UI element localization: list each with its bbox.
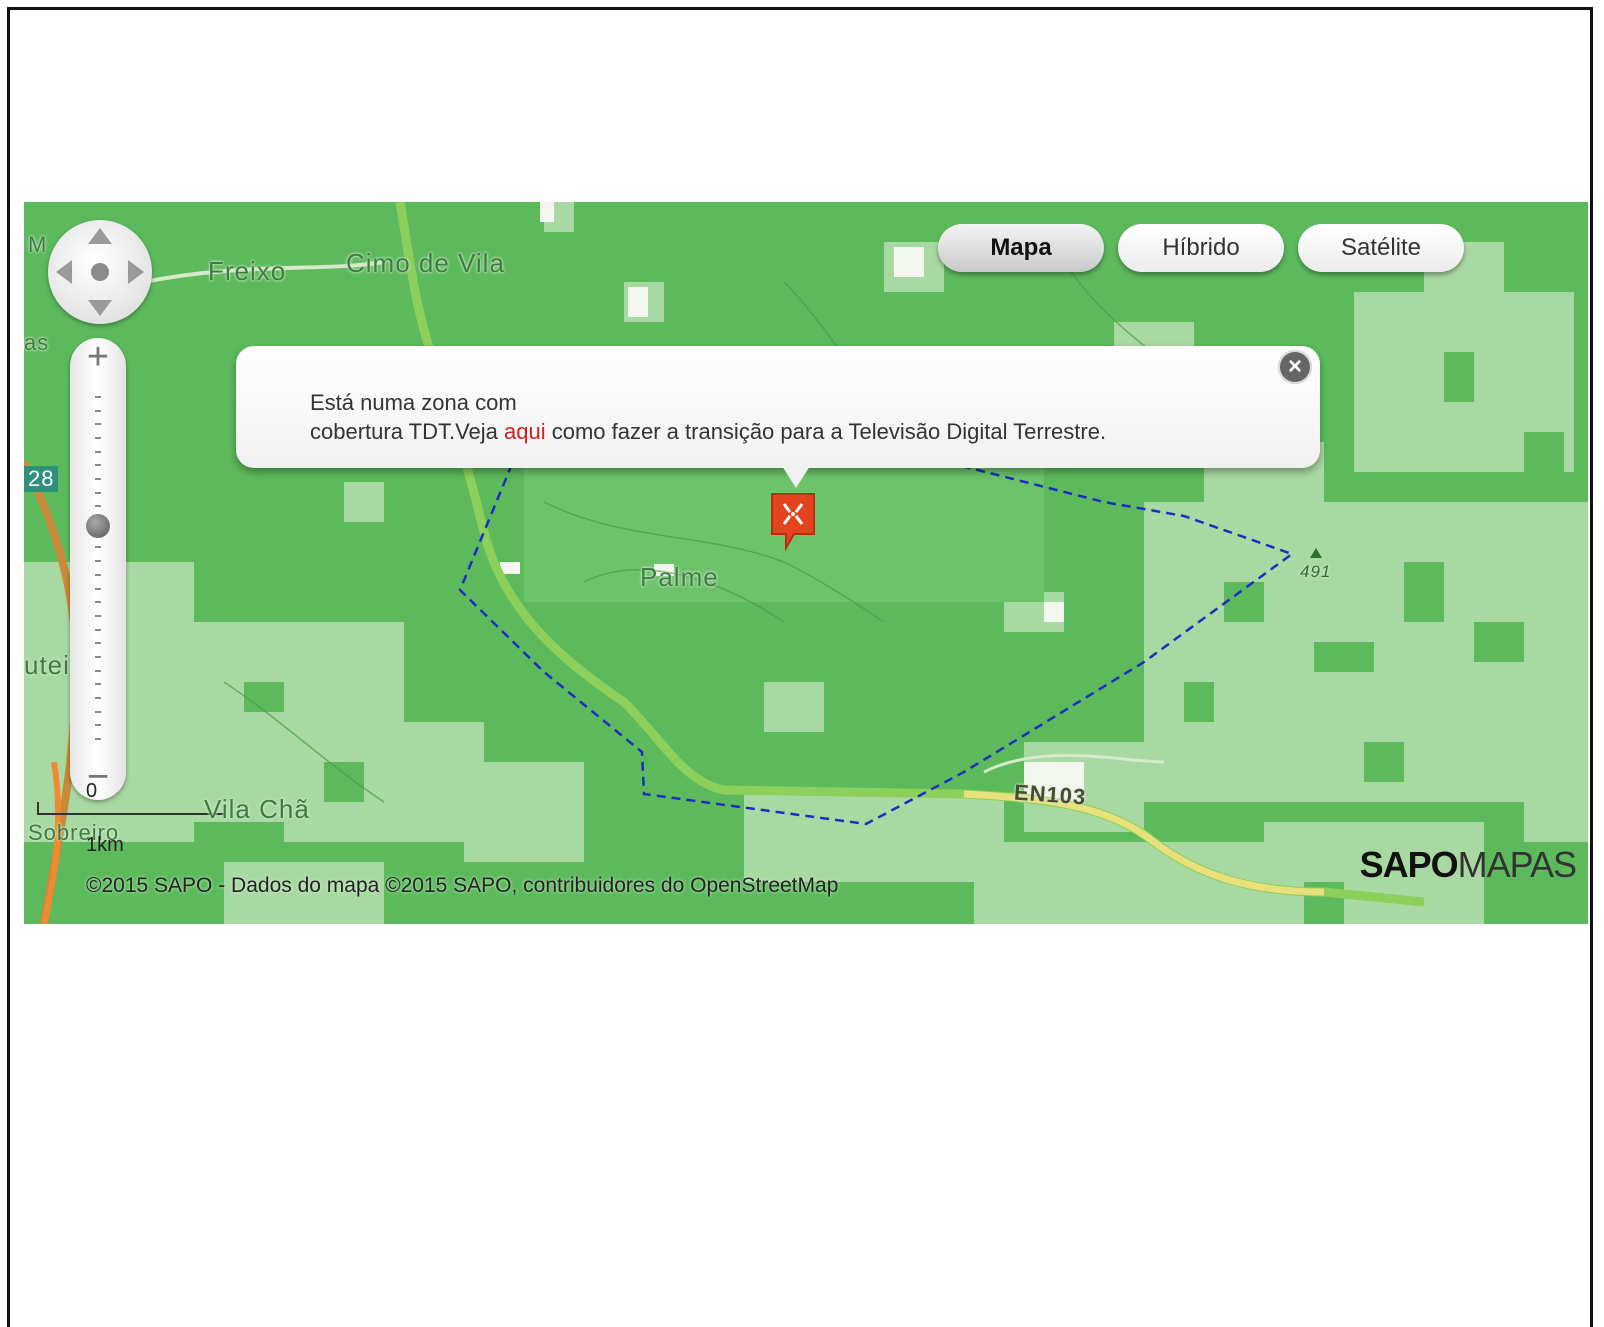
map-label-vila-cha: Vila Chã — [204, 794, 310, 824]
map-attribution: ©2015 SAPO - Dados do mapa ©2015 SAPO, c… — [86, 874, 839, 897]
zoom-tick — [95, 724, 101, 727]
zoom-tick — [95, 614, 101, 617]
map-label-cimo-de-vila: Cimo de Vila — [346, 248, 505, 278]
zoom-tick — [95, 437, 101, 440]
scale-zero-label: 0 — [86, 780, 98, 802]
zoom-tick — [95, 573, 101, 576]
zoom-tick — [95, 491, 101, 494]
zoom-tick — [95, 683, 101, 686]
popup-message: Está numa zona com cobertura TDT.Veja aq… — [310, 388, 1106, 446]
zoom-tick — [95, 710, 101, 713]
sapo-mapas-logo: SAPOMAPAS — [1359, 844, 1577, 885]
info-popup: Está numa zona com cobertura TDT.Veja aq… — [236, 346, 1320, 488]
zoom-tick — [95, 546, 101, 549]
map-label-clipped-m: M — [28, 232, 48, 257]
zoom-tick — [95, 423, 101, 426]
pan-down-icon — [88, 300, 112, 316]
map-label-freixo: Freixo — [208, 256, 287, 286]
popup-line-2-end: como fazer a transição para a Televisão … — [545, 419, 1107, 444]
map-type-mapa-button[interactable]: Mapa — [938, 224, 1104, 272]
scale-unit-label: 1km — [86, 834, 124, 856]
map-type-hibrido-button[interactable]: Híbrido — [1118, 224, 1284, 272]
zoom-tick — [95, 587, 101, 590]
zoom-tick — [95, 696, 101, 699]
zoom-slider-handle[interactable] — [86, 513, 110, 538]
pan-right-icon — [128, 260, 144, 284]
zoom-tick — [95, 642, 101, 645]
popup-close-button[interactable]: × — [1278, 350, 1312, 384]
map-type-satelite-button[interactable]: Satélite — [1298, 224, 1464, 272]
pan-center-icon — [91, 263, 109, 281]
zoom-tick — [95, 669, 101, 672]
road-label-en103: EN103 — [1013, 779, 1088, 810]
pan-left-icon — [56, 260, 72, 284]
popup-line-2-start: cobertura TDT.Veja — [310, 419, 505, 444]
zoom-slider[interactable]: + − — [70, 336, 126, 802]
zoom-tick — [95, 478, 101, 481]
zoom-tick — [95, 505, 101, 508]
zoom-tick — [95, 628, 101, 631]
zoom-out-button[interactable]: − — [70, 752, 126, 802]
zoom-tick — [95, 450, 101, 453]
map-label-clipped-as: as — [24, 330, 50, 355]
pan-control[interactable] — [48, 220, 152, 324]
popup-pointer — [782, 466, 810, 488]
zoom-in-button[interactable]: + — [70, 332, 126, 382]
popup-line-1: Está numa zona com — [310, 390, 517, 415]
road-label-28: 28 — [24, 466, 59, 492]
map-label-palme: Palme — [640, 562, 719, 592]
zoom-tick — [95, 464, 101, 467]
location-marker-icon[interactable] — [768, 490, 818, 552]
zoom-tick — [95, 655, 101, 658]
pan-up-icon — [88, 228, 112, 244]
elevation-label: 491 — [1300, 562, 1332, 581]
close-icon: × — [1287, 353, 1302, 380]
map-view[interactable]: Freixo Cimo de Vila Palme Vila Chã Sobre… — [24, 202, 1588, 924]
zoom-tick — [95, 601, 101, 604]
zoom-tick — [95, 409, 101, 412]
popup-aqui-link[interactable]: aqui — [504, 419, 546, 444]
zoom-tick — [95, 396, 101, 398]
zoom-tick — [95, 738, 101, 740]
zoom-tick — [95, 560, 101, 563]
